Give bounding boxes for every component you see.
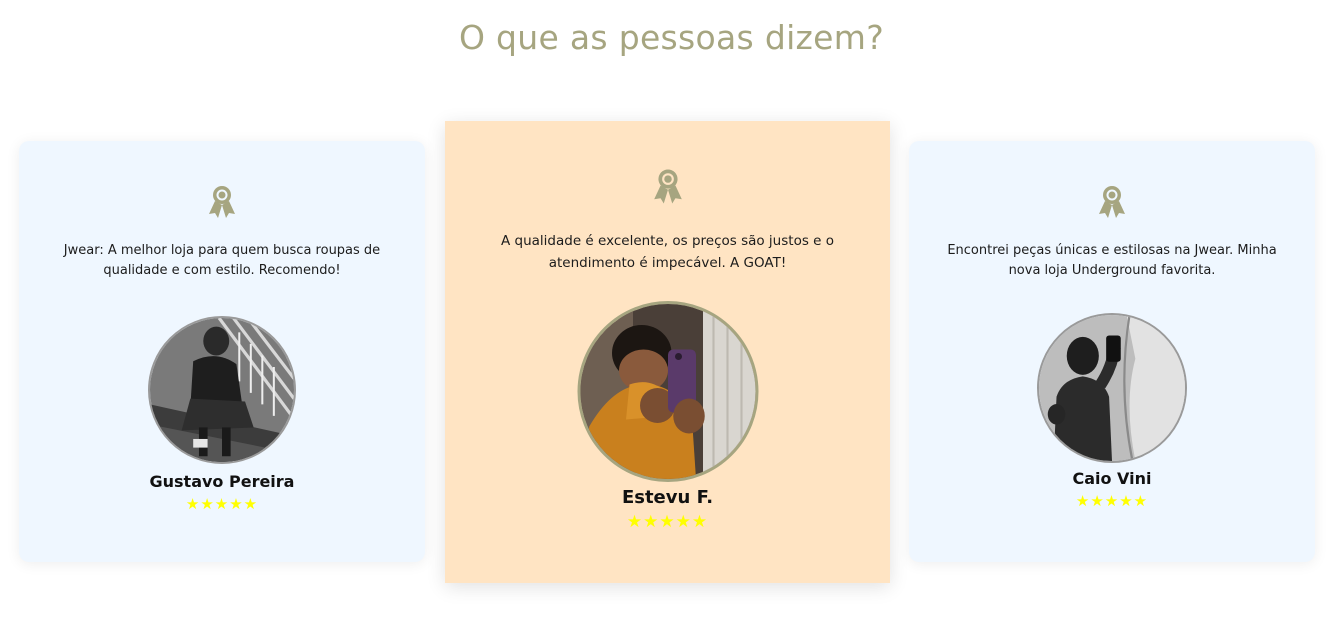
star-rating: ★★★★★ [185,495,259,513]
reviewer-name: Gustavo Pereira [149,472,295,491]
star-rating: ★★★★★ [1075,492,1149,510]
star-rating: ★★★★★ [626,512,709,532]
testimonial-card: Jwear: A melhor loja para quem busca rou… [19,141,425,562]
avatar [148,316,296,464]
testimonial-quote: A qualidade é excelente, os preços são j… [500,233,835,271]
testimonial-card-featured: A qualidade é excelente, os preços são j… [445,121,890,583]
testimonial-quote: Encontrei peças únicas e estilosas na Jw… [947,243,1277,278]
award-ribbon-icon [651,167,685,206]
award-ribbon-icon [1096,184,1128,220]
reviewer-name: Estevu F. [621,487,714,508]
avatar [1037,313,1187,463]
reviewer-name: Caio Vini [1072,469,1152,488]
testimonial-quote: Jwear: A melhor loja para quem busca rou… [63,243,381,278]
award-ribbon-icon [206,184,238,220]
avatar [577,301,758,482]
section-title: O que as pessoas dizem? [458,18,885,57]
testimonial-card: Encontrei peças únicas e estilosas na Jw… [909,141,1315,562]
